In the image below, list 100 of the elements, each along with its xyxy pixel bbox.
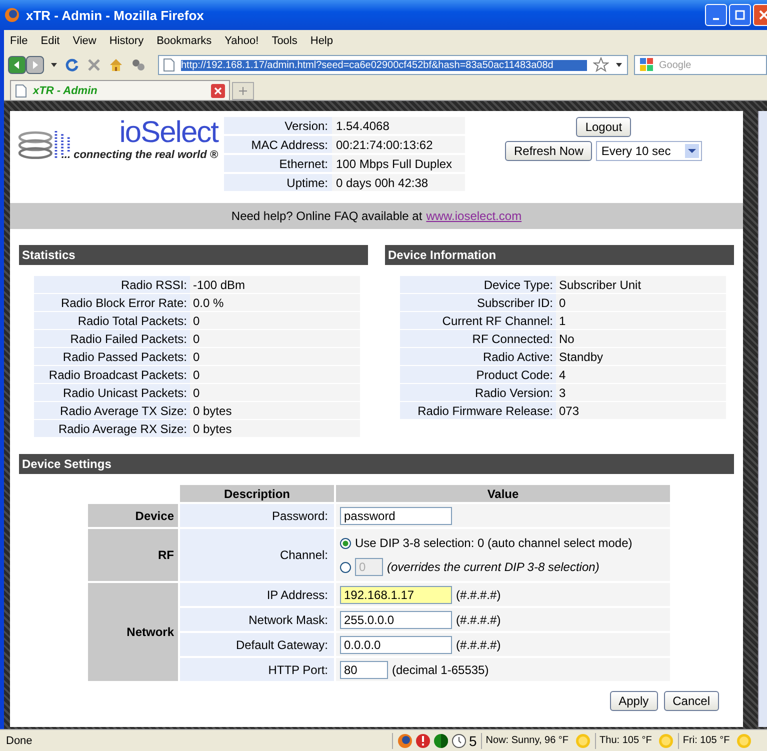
info-label: Radio Active: <box>400 348 556 365</box>
status-count: 5 <box>469 732 477 748</box>
stat-value: 0 <box>190 330 360 347</box>
window-title: xTR - Admin - Mozilla Firefox <box>26 8 205 22</box>
clock-icon[interactable] <box>451 732 467 748</box>
weather-text: Fri: 105 °F <box>682 735 730 746</box>
help-text: Need help? Online FAQ available at <box>231 209 422 223</box>
stat-label: Radio Total Packets: <box>34 312 190 329</box>
alert-icon[interactable] <box>415 732 431 748</box>
stat-value: 0 bytes <box>190 420 360 437</box>
logout-button[interactable]: Logout <box>576 117 632 137</box>
info-label: Uptime: <box>224 174 332 191</box>
stat-label: Radio Passed Packets: <box>34 348 190 365</box>
menu-item[interactable]: Edit <box>40 35 60 47</box>
info-value: 1.54.4068 <box>332 117 465 134</box>
close-icon <box>758 9 767 21</box>
info-value: 0 days 00h 42:38 <box>332 174 465 191</box>
setting-label: Network Mask: <box>180 608 334 631</box>
info-value: 1 <box>556 312 726 329</box>
info-label: Current RF Channel: <box>400 312 556 329</box>
minimize-button[interactable] <box>705 4 727 26</box>
refresh-button[interactable]: Refresh Now <box>505 141 592 161</box>
menu-item[interactable]: History <box>109 35 144 47</box>
stop-icon[interactable] <box>86 57 102 73</box>
group-label: Network <box>88 583 178 681</box>
info-value: 100 Mbps Full Duplex <box>332 155 465 172</box>
stat-value: -100 dBm <box>190 276 360 293</box>
text-field[interactable]: password <box>340 506 452 524</box>
menu-item[interactable]: File <box>10 35 28 47</box>
setting-label: IP Address: <box>180 583 334 606</box>
stat-value: 0 <box>190 312 360 329</box>
caret-icon[interactable] <box>50 61 58 69</box>
info-value: 00:21:74:00:13:62 <box>332 136 465 153</box>
info-label: Radio Version: <box>400 384 556 401</box>
weather-text: Thu: 105 °F <box>600 735 652 746</box>
new-tab-button[interactable] <box>232 82 254 100</box>
column-header: Description <box>180 485 334 502</box>
stat-value: 0 <box>190 348 360 365</box>
minimize-icon <box>713 18 719 20</box>
firefox-icon[interactable] <box>397 732 413 748</box>
action-button[interactable]: Apply <box>610 691 658 711</box>
radio-button[interactable] <box>340 562 351 572</box>
stat-label: Radio Average TX Size: <box>34 402 190 419</box>
close-icon[interactable] <box>211 84 225 98</box>
faq-link[interactable]: www.ioselect.com <box>426 209 522 223</box>
sun-icon <box>658 732 674 748</box>
caret-icon[interactable] <box>615 61 623 69</box>
column-header: Value <box>336 485 670 502</box>
format-hint: (#.#.#.#) <box>456 612 501 626</box>
info-label: Device Type: <box>400 276 556 293</box>
stat-value: 0 <box>190 366 360 383</box>
menu-item[interactable]: View <box>72 35 96 47</box>
puzzle-icon[interactable] <box>130 57 146 73</box>
tab-label: xTR - Admin <box>33 84 98 96</box>
home-icon[interactable] <box>108 57 124 73</box>
text-field[interactable]: 255.0.0.0 <box>340 610 452 628</box>
stat-value: 0 <box>190 384 360 401</box>
maximize-button[interactable] <box>729 4 751 26</box>
info-value: 0 <box>556 294 726 311</box>
logo-tagline: ... connecting the real world ® <box>61 149 218 161</box>
menu-item[interactable]: Tools <box>272 35 298 47</box>
text-field[interactable]: 192.168.1.17 <box>340 586 452 604</box>
star-icon[interactable] <box>593 57 609 73</box>
section-heading: Device Information <box>385 245 734 265</box>
info-label: Subscriber ID: <box>400 294 556 311</box>
forward-button[interactable] <box>26 56 44 74</box>
radio-hint: (overrides the current DIP 3-8 selection) <box>387 560 600 574</box>
group-label: Device <box>88 504 178 527</box>
maximize-icon <box>734 9 746 21</box>
stat-label: Radio Failed Packets: <box>34 330 190 347</box>
info-label: Version: <box>224 117 332 134</box>
setting-label: Default Gateway: <box>180 633 334 656</box>
text-field[interactable]: 80 <box>340 660 388 678</box>
menu-item[interactable]: Help <box>310 35 333 47</box>
info-label: Ethernet: <box>224 155 332 172</box>
address-field[interactable]: http://192.168.1.17/admin.html?seed=ca6e02900cf452bf&hash=83a50ac11483a08d <box>158 55 628 75</box>
setting-label: Password: <box>180 504 334 527</box>
reload-icon[interactable] <box>64 57 80 73</box>
radio-label: Use DIP 3-8 selection: 0 (auto channel select mode) <box>355 536 632 550</box>
text-field[interactable]: 0.0.0.0 <box>340 636 452 654</box>
stat-value: 0 bytes <box>190 402 360 419</box>
stat-label: Radio Block Error Rate: <box>34 294 190 311</box>
search-engine-icon[interactable] <box>639 57 655 73</box>
back-button[interactable] <box>8 56 26 74</box>
info-label: Radio Firmware Release: <box>400 402 556 419</box>
menu-item[interactable]: Bookmarks <box>156 35 212 47</box>
format-hint: (#.#.#.#) <box>456 638 501 652</box>
radio-button[interactable] <box>340 538 351 548</box>
stat-value: 0.0 % <box>190 294 360 311</box>
info-value: Standby <box>556 348 726 365</box>
page-icon <box>163 58 175 72</box>
action-button[interactable]: Cancel <box>664 691 719 711</box>
info-label: MAC Address: <box>224 136 332 153</box>
setting-label: Channel: <box>180 529 334 581</box>
status-text: Done <box>5 734 34 746</box>
weather-text: Now: Sunny, 96 °F <box>486 735 569 746</box>
menu-item[interactable]: Yahoo! <box>224 35 259 47</box>
stat-label: Radio Unicast Packets: <box>34 384 190 401</box>
interval-select[interactable]: Every 10 sec <box>596 141 702 161</box>
section-heading: Statistics <box>19 245 368 265</box>
